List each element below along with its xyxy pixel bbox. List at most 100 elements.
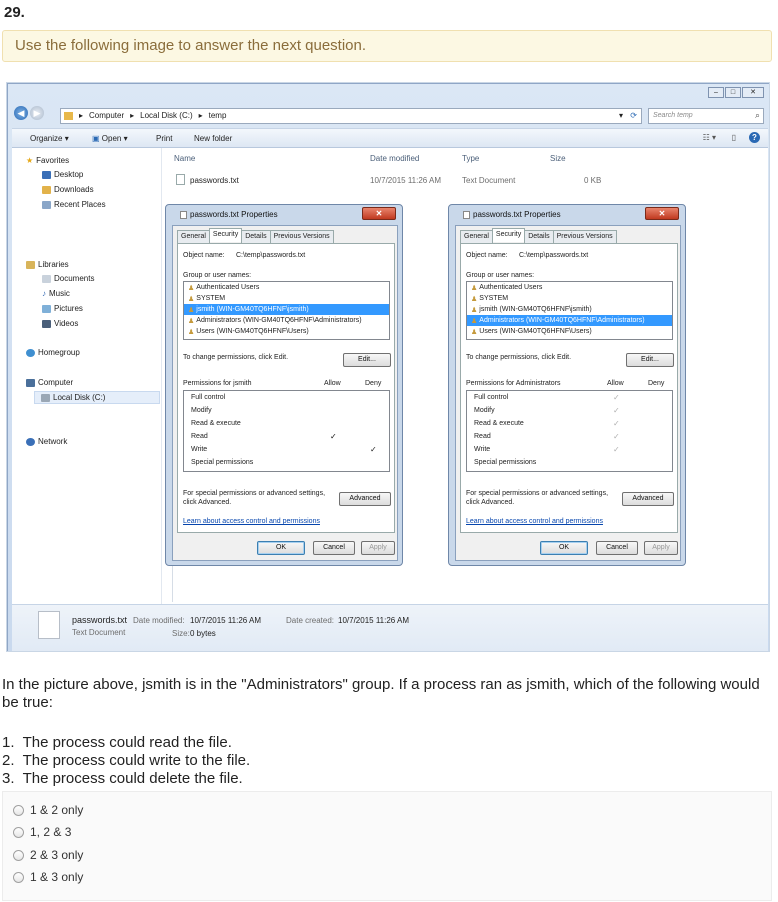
details-size: 0 bytes <box>190 629 216 638</box>
open-icon: ▣ <box>92 134 100 143</box>
file-row[interactable]: passwords.txt 10/7/2015 11:26 AM Text Do… <box>172 172 604 188</box>
tab-previous-versions[interactable]: Previous Versions <box>269 230 334 244</box>
answer-option[interactable]: 1, 2 & 3 <box>13 825 71 839</box>
nav-computer[interactable]: Computer <box>26 378 73 387</box>
user-row[interactable]: ♟ jsmith (WIN-GM40TQ6HFNF\jsmith) <box>184 304 389 315</box>
minimize-button[interactable]: – <box>708 87 724 98</box>
nav-pictures[interactable]: Pictures <box>42 304 83 313</box>
back-arrow-icon[interactable]: ◀ <box>14 106 28 120</box>
tab-details[interactable]: Details <box>241 230 271 244</box>
tab-general[interactable]: General <box>460 230 493 244</box>
preview-pane-icon[interactable]: ▯ <box>732 133 736 142</box>
tab-general[interactable]: General <box>177 230 210 244</box>
cancel-button[interactable]: Cancel <box>596 541 638 555</box>
nav-desktop[interactable]: Desktop <box>42 170 83 179</box>
nav-libraries[interactable]: Libraries <box>26 260 69 269</box>
answer-option[interactable]: 1 & 2 only <box>13 803 83 817</box>
radio-button[interactable] <box>13 849 24 861</box>
nav-local-disk[interactable]: Local Disk (C:) <box>34 391 160 404</box>
apply-button[interactable]: Apply <box>644 541 678 555</box>
answer-option[interactable]: 1 & 3 only <box>13 870 83 884</box>
nav-homegroup[interactable]: Homegroup <box>26 348 80 357</box>
user-row[interactable]: ♟ Administrators (WIN-GM40TQ6HFNF\Adminis… <box>467 315 672 326</box>
search-input[interactable]: Search temp ⌕ <box>648 108 764 124</box>
nav-documents[interactable]: Documents <box>42 274 94 283</box>
user-row[interactable]: ♟ Authenticated Users <box>184 282 389 293</box>
close-button[interactable]: ✕ <box>742 87 764 98</box>
user-row[interactable]: ♟ Administrators (WIN-GM40TQ6HFNF\Adminis… <box>184 315 389 326</box>
print-button[interactable]: Print <box>156 134 172 143</box>
computer-icon <box>26 378 35 387</box>
column-size[interactable]: Size <box>550 154 566 163</box>
nav-music[interactable]: ♪ Music <box>42 289 70 298</box>
answer-option[interactable]: 2 & 3 only <box>13 848 83 862</box>
tab-security[interactable]: Security <box>208 228 243 242</box>
object-name-value: C:\temp\passwords.txt <box>519 252 589 259</box>
tab-details[interactable]: Details <box>524 230 554 244</box>
refresh-icon[interactable]: ⟳ <box>630 111 637 120</box>
user-row[interactable]: ♟ Users (WIN-GM40TQ6HFNF\Users) <box>184 326 389 337</box>
nav-music-label: Music <box>49 289 70 298</box>
drive-icon <box>41 393 50 402</box>
security-panel: Object name: C:\temp\passwords.txt Group… <box>177 243 395 533</box>
radio-button[interactable] <box>13 826 24 838</box>
user-row[interactable]: ♟ Authenticated Users <box>467 282 672 293</box>
open-button[interactable]: ▣ Open ▾ <box>92 134 128 143</box>
tab-previous-versions[interactable]: Previous Versions <box>552 230 617 244</box>
close-button[interactable]: ✕ <box>362 207 396 220</box>
permission-row: Write ✓ <box>467 443 672 456</box>
statement-3: The process could delete the file. <box>22 770 243 787</box>
nav-network[interactable]: Network <box>26 437 67 446</box>
nav-computer-label: Computer <box>38 378 74 387</box>
apply-button[interactable]: Apply <box>361 541 395 555</box>
radio-button[interactable] <box>13 804 24 816</box>
ok-button[interactable]: OK <box>257 541 305 555</box>
nav-favorites[interactable]: ★ Favorites <box>26 156 69 165</box>
permission-name: Read <box>191 433 208 440</box>
maximize-button[interactable]: □ <box>725 87 741 98</box>
answer-label: 2 & 3 only <box>30 848 84 862</box>
column-name[interactable]: Name <box>174 154 195 163</box>
user-row[interactable]: ♟ SYSTEM <box>184 293 389 304</box>
view-options-icon[interactable]: ☷ ▾ <box>703 133 716 142</box>
edit-button[interactable]: Edit... <box>343 353 391 367</box>
user-list[interactable]: ♟ Authenticated Users ♟ SYSTEM ♟ jsmith (WIN-… <box>466 281 673 340</box>
tab-security[interactable]: Security <box>491 228 526 242</box>
user-row[interactable]: ♟ SYSTEM <box>467 293 672 304</box>
new-folder-button[interactable]: New folder <box>194 134 232 143</box>
radio-button[interactable] <box>13 871 24 883</box>
user-name: SYSTEM <box>196 295 226 302</box>
user-name: SYSTEM <box>479 295 509 302</box>
cancel-button[interactable]: Cancel <box>313 541 355 555</box>
user-list[interactable]: ♟ Authenticated Users ♟ SYSTEM ♟ jsmith (WIN-… <box>183 281 390 340</box>
organize-button[interactable]: Organize ▾ <box>30 134 69 143</box>
forward-arrow-icon[interactable]: ▶ <box>30 106 44 120</box>
edit-button[interactable]: Edit... <box>626 353 674 367</box>
help-icon[interactable]: ? <box>749 132 760 143</box>
user-name: Users (WIN-GM40TQ6HFNF\Users) <box>196 328 309 335</box>
breadcrumb-computer[interactable]: Computer <box>89 111 124 120</box>
group-label: Group or user names: <box>183 272 252 279</box>
user-row[interactable]: ♟ Users (WIN-GM40TQ6HFNF\Users) <box>467 326 672 337</box>
dropdown-arrow-icon[interactable]: ▾ <box>619 111 623 120</box>
nav-pictures-label: Pictures <box>54 304 83 313</box>
user-row[interactable]: ♟ jsmith (WIN-GM40TQ6HFNF\jsmith) <box>467 304 672 315</box>
toolbar: Organize ▾ ▣ Open ▾ Print New folder ☷ ▾… <box>12 128 768 148</box>
learn-more-link[interactable]: Learn about access control and permissio… <box>466 518 603 525</box>
allow-checkmark: ✓ <box>613 393 620 402</box>
nav-downloads[interactable]: Downloads <box>42 185 94 194</box>
nav-recent-places[interactable]: Recent Places <box>42 200 106 209</box>
address-bar[interactable]: ▸ Computer ▸ Local Disk (C:) ▸ temp ▾ ⟳ <box>60 108 642 124</box>
nav-videos[interactable]: Videos <box>42 319 78 328</box>
homegroup-icon <box>26 348 35 357</box>
advanced-button[interactable]: Advanced <box>339 492 391 506</box>
column-type[interactable]: Type <box>462 154 479 163</box>
close-button[interactable]: ✕ <box>645 207 679 220</box>
advanced-button[interactable]: Advanced <box>622 492 674 506</box>
breadcrumb-local-disk[interactable]: Local Disk (C:) <box>140 111 192 120</box>
column-date[interactable]: Date modified <box>370 154 419 163</box>
learn-more-link[interactable]: Learn about access control and permissio… <box>183 518 320 525</box>
breadcrumb-temp[interactable]: temp <box>209 111 227 120</box>
permission-name: Special permissions <box>474 459 537 466</box>
ok-button[interactable]: OK <box>540 541 588 555</box>
